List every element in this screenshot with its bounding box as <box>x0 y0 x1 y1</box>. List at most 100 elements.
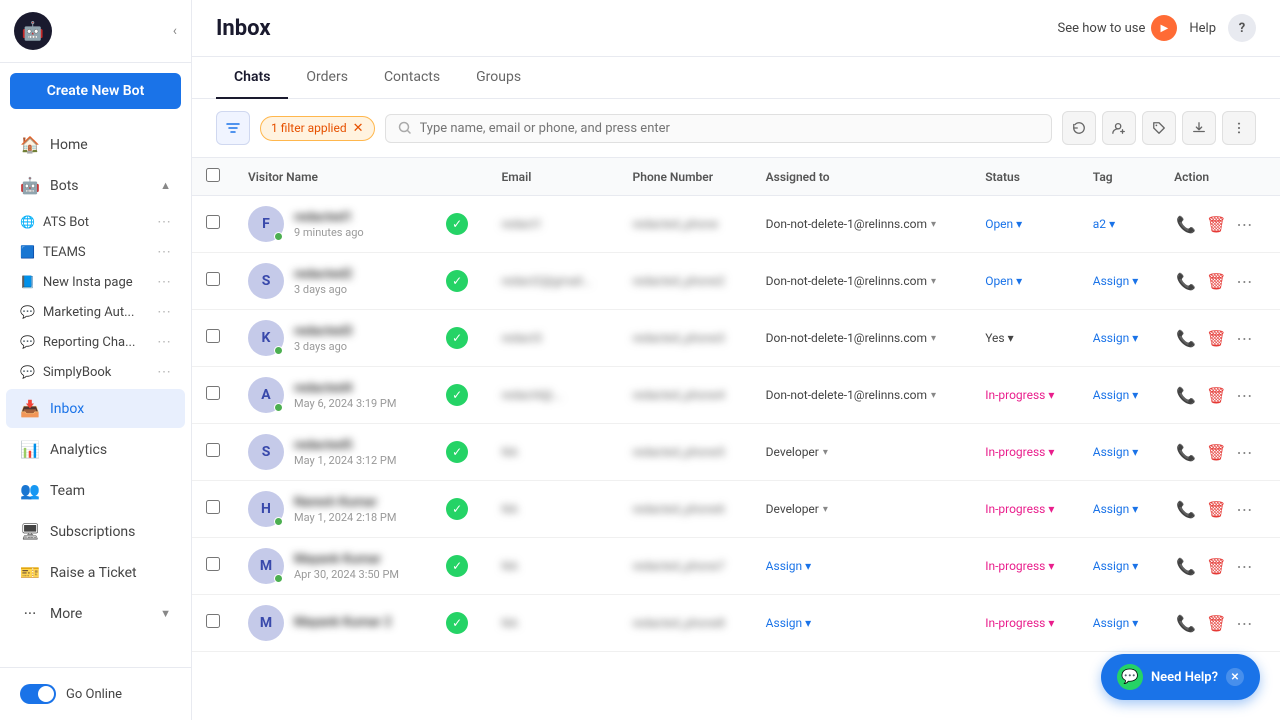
call-button[interactable]: 📞 <box>1174 612 1198 635</box>
row-checkbox[interactable] <box>206 557 220 571</box>
more-icon[interactable]: ⋯ <box>157 304 171 320</box>
call-button[interactable]: 📞 <box>1174 270 1198 293</box>
help-button[interactable]: ? <box>1228 14 1256 42</box>
call-button[interactable]: 📞 <box>1174 498 1198 521</box>
delete-button[interactable]: 🗑 <box>1204 441 1228 464</box>
status-badge[interactable]: In-progress ▾ <box>985 559 1065 573</box>
sidebar-collapse-button[interactable]: ‹ <box>173 23 177 39</box>
delete-button[interactable]: 🗑 <box>1204 270 1228 293</box>
row-checkbox[interactable] <box>206 329 220 343</box>
status-badge[interactable]: In-progress ▾ <box>985 616 1065 630</box>
go-online-toggle[interactable]: Go Online <box>6 676 185 712</box>
status-badge[interactable]: Open ▾ <box>985 217 1065 231</box>
tab-groups[interactable]: Groups <box>458 57 539 99</box>
call-button[interactable]: 📞 <box>1174 213 1198 236</box>
row-more-button[interactable]: ⋯ <box>1234 384 1254 407</box>
call-button[interactable]: 📞 <box>1174 555 1198 578</box>
sidebar-item-raise-ticket[interactable]: 🎫 Raise a Ticket <box>6 553 185 592</box>
row-more-button[interactable]: ⋯ <box>1234 441 1254 464</box>
more-icon[interactable]: ⋯ <box>157 274 171 290</box>
assigned-chevron[interactable]: ▾ <box>931 219 936 230</box>
row-more-button[interactable]: ⋯ <box>1234 327 1254 350</box>
assigned-chevron[interactable]: ▾ <box>931 276 936 287</box>
row-more-button[interactable]: ⋯ <box>1234 612 1254 635</box>
row-more-button[interactable]: ⋯ <box>1234 270 1254 293</box>
row-checkbox[interactable] <box>206 386 220 400</box>
row-checkbox[interactable] <box>206 500 220 514</box>
assigned-chevron[interactable]: ▾ <box>823 447 828 458</box>
call-button[interactable]: 📞 <box>1174 384 1198 407</box>
bot-item-ats[interactable]: 🌐 ATS Bot ⋯ <box>6 207 185 237</box>
more-icon[interactable]: ⋯ <box>157 334 171 350</box>
delete-button[interactable]: 🗑 <box>1204 612 1228 635</box>
bot-item-insta[interactable]: 📘 New Insta page ⋯ <box>6 267 185 297</box>
tag-assign-button[interactable]: Assign ▾ <box>1093 616 1146 630</box>
tag-assign-button[interactable]: Assign ▾ <box>1093 274 1146 288</box>
delete-button[interactable]: 🗑 <box>1204 213 1228 236</box>
more-options-button[interactable] <box>1222 111 1256 145</box>
call-button[interactable]: 📞 <box>1174 441 1198 464</box>
tag-assign-button[interactable]: Assign ▾ <box>1093 502 1146 516</box>
tag-button[interactable] <box>1142 111 1176 145</box>
delete-button[interactable]: 🗑 <box>1204 498 1228 521</box>
download-button[interactable] <box>1182 111 1216 145</box>
bot-item-teams[interactable]: 🟦 TEAMS ⋯ <box>6 237 185 267</box>
sidebar-item-team[interactable]: 👥 Team <box>6 471 185 510</box>
add-user-button[interactable] <box>1102 111 1136 145</box>
help-widget-close-button[interactable]: ✕ <box>1226 668 1244 686</box>
online-toggle-switch[interactable] <box>20 684 56 704</box>
status-badge[interactable]: In-progress ▾ <box>985 445 1065 459</box>
assigned-dropdown[interactable]: Assign ▾ <box>766 616 812 630</box>
sidebar-item-more[interactable]: ··· More ▼ <box>6 594 185 633</box>
assigned-dropdown[interactable]: Assign ▾ <box>766 559 812 573</box>
more-icon[interactable]: ⋯ <box>157 244 171 260</box>
create-new-bot-button[interactable]: Create New Bot <box>10 73 181 109</box>
delete-button[interactable]: 🗑 <box>1204 327 1228 350</box>
more-icon[interactable]: ⋯ <box>157 364 171 380</box>
sidebar-item-analytics[interactable]: 📊 Analytics <box>6 430 185 469</box>
assigned-chevron[interactable]: ▾ <box>931 390 936 401</box>
search-input[interactable] <box>420 121 1040 136</box>
row-checkbox[interactable] <box>206 443 220 457</box>
sidebar-item-home[interactable]: 🏠 Home <box>6 125 185 164</box>
assigned-chevron[interactable]: ▾ <box>823 504 828 515</box>
more-icon[interactable]: ⋯ <box>157 214 171 230</box>
play-button[interactable]: ▶ <box>1151 15 1177 41</box>
sidebar-item-inbox[interactable]: 📥 Inbox <box>6 389 185 428</box>
filter-badge[interactable]: 1 filter applied ✕ <box>260 116 375 141</box>
row-checkbox[interactable] <box>206 215 220 229</box>
row-more-button[interactable]: ⋯ <box>1234 555 1254 578</box>
row-checkbox[interactable] <box>206 614 220 628</box>
bot-item-simplybook[interactable]: 💬 SimplyBook ⋯ <box>6 357 185 387</box>
sidebar-item-bots[interactable]: 🤖 Bots ▲ <box>6 166 185 205</box>
refresh-button[interactable] <box>1062 111 1096 145</box>
row-more-button[interactable]: ⋯ <box>1234 213 1254 236</box>
tag-value[interactable]: a2 ▾ <box>1093 217 1146 231</box>
sidebar-item-subscriptions[interactable]: 🖥 Subscriptions <box>6 512 185 551</box>
bot-item-marketing[interactable]: 💬 Marketing Aut... ⋯ <box>6 297 185 327</box>
tag-assign-button[interactable]: Assign ▾ <box>1093 331 1146 345</box>
tab-chats[interactable]: Chats <box>216 57 288 99</box>
select-all-checkbox[interactable] <box>206 168 220 182</box>
delete-button[interactable]: 🗑 <box>1204 384 1228 407</box>
row-more-button[interactable]: ⋯ <box>1234 498 1254 521</box>
status-badge[interactable]: In-progress ▾ <box>985 388 1065 402</box>
help-widget[interactable]: 💬 Need Help? ✕ <box>1101 654 1260 700</box>
see-how-to-use-button[interactable]: See how to use ▶ <box>1058 15 1178 41</box>
tag-assign-button[interactable]: Assign ▾ <box>1093 388 1146 402</box>
row-checkbox[interactable] <box>206 272 220 286</box>
bot-item-reporting[interactable]: 💬 Reporting Cha... ⋯ <box>6 327 185 357</box>
status-badge[interactable]: Yes ▾ <box>985 331 1065 345</box>
search-box[interactable] <box>385 114 1053 143</box>
tab-contacts[interactable]: Contacts <box>366 57 458 99</box>
filter-clear-button[interactable]: ✕ <box>353 121 364 136</box>
tag-assign-button[interactable]: Assign ▾ <box>1093 559 1146 573</box>
tag-assign-button[interactable]: Assign ▾ <box>1093 445 1146 459</box>
status-badge[interactable]: In-progress ▾ <box>985 502 1065 516</box>
delete-button[interactable]: 🗑 <box>1204 555 1228 578</box>
tab-orders[interactable]: Orders <box>288 57 366 99</box>
call-button[interactable]: 📞 <box>1174 327 1198 350</box>
assigned-chevron[interactable]: ▾ <box>931 333 936 344</box>
status-badge[interactable]: Open ▾ <box>985 274 1065 288</box>
filter-button[interactable] <box>216 111 250 145</box>
